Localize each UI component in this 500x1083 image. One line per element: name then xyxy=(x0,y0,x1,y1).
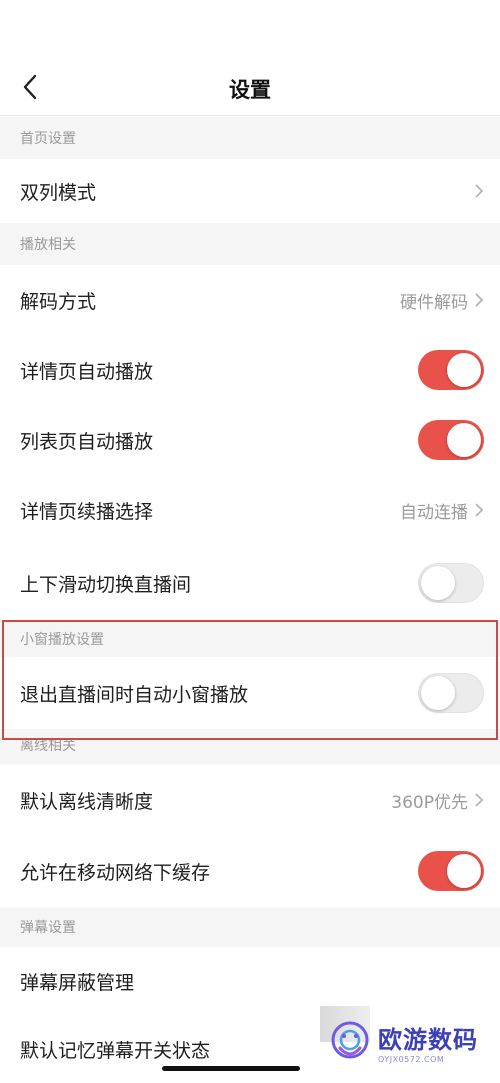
row-label: 详情页自动播放 xyxy=(20,360,154,383)
watermark: 欧游数码 OYJX0572.COM xyxy=(320,1000,500,1083)
chevron-right-icon xyxy=(474,183,484,199)
chevron-right-icon xyxy=(474,292,484,308)
watermark-text: 欧游数码 xyxy=(378,1025,478,1054)
row-label: 双列模式 xyxy=(20,181,97,204)
section-header-home: 首页设置 xyxy=(0,117,500,159)
row-label: 上下滑动切换直播间 xyxy=(20,573,192,596)
chevron-right-icon xyxy=(474,792,484,808)
row-label: 允许在移动网络下缓存 xyxy=(20,861,211,884)
chevron-right-icon xyxy=(474,502,484,518)
row-detail-autoplay: 详情页自动播放 xyxy=(0,335,500,405)
row-offline-quality[interactable]: 默认离线清晰度 360P优先 xyxy=(0,765,500,835)
toggle-knob xyxy=(447,353,481,387)
row-detail-continue[interactable]: 详情页续播选择 自动连播 xyxy=(0,475,500,545)
exit-live-mini-toggle[interactable] xyxy=(418,673,484,713)
row-mobile-cache: 允许在移动网络下缓存 xyxy=(0,835,500,907)
row-value: 自动连播 xyxy=(400,502,468,523)
row-label: 默认记忆弹幕开关状态 xyxy=(20,1039,211,1062)
section-header-offline: 离线相关 xyxy=(0,729,500,765)
toggle-knob xyxy=(421,566,455,600)
row-list-autoplay: 列表页自动播放 xyxy=(0,405,500,475)
row-dual-column[interactable]: 双列模式 xyxy=(0,159,500,223)
section-header-danmaku: 弹幕设置 xyxy=(0,907,500,947)
row-decode[interactable]: 解码方式 硬件解码 xyxy=(0,265,500,335)
watermark-url: OYJX0572.COM xyxy=(378,1054,445,1064)
mobile-cache-toggle[interactable] xyxy=(418,851,484,891)
toggle-knob xyxy=(447,423,481,457)
nav-bar: 设置 xyxy=(0,58,500,116)
home-indicator[interactable] xyxy=(162,1066,300,1071)
toggle-knob xyxy=(447,854,481,888)
row-exit-live-mini: 退出直播间时自动小窗播放 xyxy=(0,657,500,729)
settings-screen: 设置 首页设置 双列模式 播放相关 解码方式 硬件解码 详情页自动播放 列表页自… xyxy=(0,0,500,1083)
section-header-mini-window: 小窗播放设置 xyxy=(0,621,500,657)
swipe-live-toggle[interactable] xyxy=(418,563,484,603)
list-autoplay-toggle[interactable] xyxy=(418,420,484,460)
toggle-knob xyxy=(421,676,455,710)
section-header-play: 播放相关 xyxy=(0,223,500,265)
row-label: 弹幕屏蔽管理 xyxy=(20,971,135,994)
row-label: 退出直播间时自动小窗播放 xyxy=(20,683,249,706)
row-value: 360P优先 xyxy=(391,792,468,813)
detail-autoplay-toggle[interactable] xyxy=(418,350,484,390)
watermark-text-group: 欧游数码 OYJX0572.COM xyxy=(378,1020,478,1064)
row-label: 详情页续播选择 xyxy=(20,500,154,523)
row-swipe-live: 上下滑动切换直播间 xyxy=(0,545,500,621)
row-label: 默认离线清晰度 xyxy=(20,790,154,813)
watermark-logo-icon xyxy=(331,1021,369,1058)
page-title: 设置 xyxy=(229,78,271,102)
row-label: 解码方式 xyxy=(20,290,97,313)
row-label: 列表页自动播放 xyxy=(20,430,154,453)
row-value: 硬件解码 xyxy=(400,292,468,313)
